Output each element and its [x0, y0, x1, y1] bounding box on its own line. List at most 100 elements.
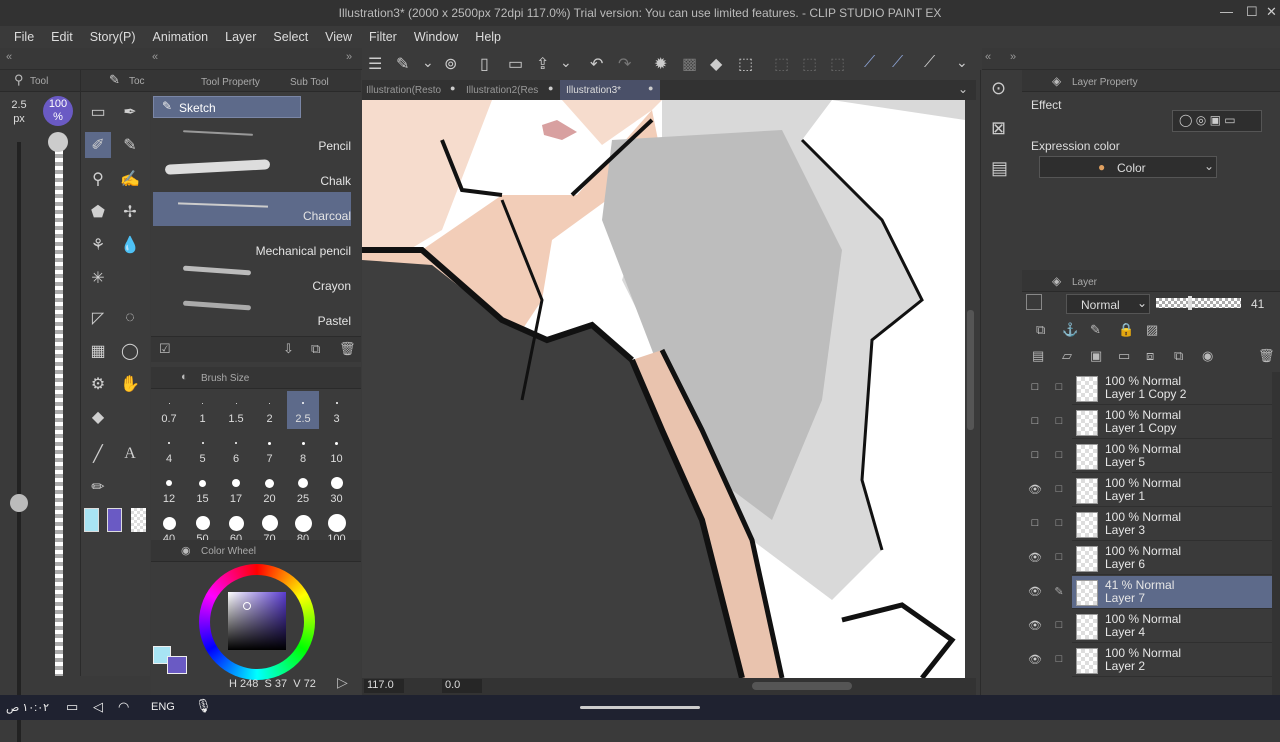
expression-color-select[interactable]: ● Color ⌄: [1039, 156, 1217, 178]
subtool-import-icon[interactable]: ⇩: [283, 341, 294, 357]
layer-row[interactable]: 100 % Normal Layer 5: [1072, 440, 1280, 473]
brush-size-preset[interactable]: 6: [220, 431, 252, 469]
canvas-vertical-scrollbar[interactable]: [965, 100, 976, 678]
transform-icon[interactable]: ⬚: [738, 54, 753, 74]
brush-size-preset[interactable]: 2.5: [287, 391, 319, 429]
delete-layer-icon[interactable]: 🗑: [1258, 348, 1275, 364]
layer-opacity-handle[interactable]: [1188, 296, 1192, 310]
layer-row[interactable]: 100 % Normal Layer 1 Copy 2: [1072, 372, 1280, 405]
brush-size-preset[interactable]: 4: [153, 431, 185, 469]
microphone-icon[interactable]: 🎙: [195, 698, 212, 714]
layer-visibility-icon[interactable]: 👁: [1028, 653, 1042, 667]
clip-icon[interactable]: ⧉: [1036, 322, 1045, 338]
tab-tool-property[interactable]: Tool Property: [201, 77, 260, 88]
brush-size-preset[interactable]: 17: [220, 471, 252, 509]
marker-tool-icon[interactable]: ✎: [117, 132, 143, 158]
brush-size-preset[interactable]: 30: [321, 471, 353, 509]
line-tool-icon[interactable]: ╱: [85, 441, 111, 467]
layer-property-toggle-icon[interactable]: ▤: [1032, 348, 1044, 364]
effect-buttons[interactable]: ◯ ◎ ▣ ▭: [1172, 110, 1262, 132]
brush-charcoal[interactable]: Charcoal: [153, 192, 351, 226]
fill-tool-icon[interactable]: ◆: [85, 404, 111, 430]
layer-list-scrollbar[interactable]: [1272, 372, 1280, 695]
maximize-icon[interactable]: ☐: [1246, 4, 1258, 20]
menu-filter[interactable]: Filter: [362, 30, 404, 44]
subview-icon[interactable]: ⊠: [991, 118, 1006, 139]
transparent-color-swatch[interactable]: [131, 508, 146, 532]
blend-tool-icon[interactable]: ✍: [117, 166, 143, 192]
new-folder-icon[interactable]: ▭: [1118, 348, 1130, 364]
layer-lock-toggle[interactable]: □: [1052, 619, 1066, 633]
brush-size-preset[interactable]: 3: [321, 391, 353, 429]
drawing-canvas[interactable]: [362, 100, 965, 678]
opacity-readout[interactable]: 100%: [43, 96, 73, 126]
fill-icon[interactable]: ◆: [710, 54, 722, 74]
brush-mechanical-pencil[interactable]: Mechanical pencil: [153, 227, 351, 261]
battery-icon[interactable]: ▭: [66, 699, 78, 715]
airbrush-tool-icon[interactable]: ⚲: [85, 166, 111, 192]
lock-icon[interactable]: 🔒: [1118, 322, 1134, 338]
language-indicator[interactable]: ENG: [151, 701, 175, 713]
open-file-icon[interactable]: ▭: [508, 54, 523, 74]
brush-size-preset[interactable]: 0.7: [153, 391, 185, 429]
draft-icon[interactable]: ✎: [1090, 322, 1101, 338]
cw-sub-color[interactable]: [167, 656, 187, 674]
dropdown-chevron-icon[interactable]: ⌄: [422, 54, 434, 71]
new-raster-layer-icon[interactable]: ▱: [1062, 348, 1072, 364]
layer-row[interactable]: 100 % Normal Layer 1 Copy: [1072, 406, 1280, 439]
collapse-left-icon[interactable]: «: [6, 51, 12, 63]
wifi-icon[interactable]: ◠: [118, 699, 129, 715]
layer-visibility-icon[interactable]: 👁: [1028, 585, 1042, 599]
menu-select[interactable]: Select: [266, 30, 315, 44]
hand-tool-icon[interactable]: ✋: [117, 371, 143, 397]
layer-row[interactable]: 100 % Normal Layer 1: [1072, 474, 1280, 507]
doc-tab-2[interactable]: Illustration2(Res: [462, 80, 560, 100]
reference-icon[interactable]: ⚓: [1062, 322, 1078, 338]
color-picker-marker[interactable]: [243, 602, 251, 610]
eraser-tool-icon[interactable]: ⬟: [85, 199, 111, 225]
loading-icon[interactable]: ✹: [654, 54, 667, 74]
blend-mode-select[interactable]: Normal ⌄: [1066, 294, 1150, 314]
tab-sub-tool[interactable]: Sub Tool: [290, 77, 329, 88]
snap-icon[interactable]: ⟋: [924, 54, 935, 72]
brush-crayon[interactable]: Crayon: [153, 262, 351, 296]
menu-file[interactable]: File: [7, 30, 41, 44]
pencil-tool-icon[interactable]: ✐: [85, 132, 111, 158]
brush-pencil[interactable]: Pencil: [153, 122, 351, 156]
layer-lock-toggle[interactable]: □: [1052, 449, 1066, 463]
menu-view[interactable]: View: [318, 30, 359, 44]
brush-tool-icon[interactable]: ⚘: [85, 232, 111, 258]
doc-tab-2-close-icon[interactable]: ●: [548, 83, 553, 93]
new-vector-layer-icon[interactable]: ▣: [1090, 348, 1102, 364]
eyedropper-tool-icon[interactable]: ✏: [85, 474, 111, 500]
save-dropdown-icon[interactable]: ⌄: [560, 54, 572, 71]
undo-icon[interactable]: ↶: [590, 54, 603, 74]
menu-window[interactable]: Window: [407, 30, 465, 44]
tab-toc[interactable]: Toc: [129, 76, 145, 87]
sub-color-swatch[interactable]: [107, 508, 122, 532]
main-color-swatch[interactable]: [84, 508, 99, 532]
operation-tool-icon[interactable]: ◸: [85, 305, 111, 331]
layer-row[interactable]: 100 % Normal Layer 2: [1072, 644, 1280, 677]
share-icon[interactable]: ⊚: [444, 54, 457, 74]
layer-visibility-icon[interactable]: □: [1028, 415, 1042, 429]
brush-size-preset[interactable]: 1: [187, 391, 219, 429]
menu-layer[interactable]: Layer: [218, 30, 263, 44]
layer-row[interactable]: 100 % Normal Layer 4: [1072, 610, 1280, 643]
sparkle-tool-icon[interactable]: ✳: [85, 265, 111, 291]
layer-row[interactable]: 41 % Normal Layer 7: [1072, 576, 1280, 609]
menu-help[interactable]: Help: [468, 30, 508, 44]
doc-tab-3[interactable]: Illustration3*: [560, 80, 660, 100]
zoom-tool-icon[interactable]: ▭: [85, 99, 111, 125]
brush-size-slider-handle[interactable]: [10, 494, 28, 512]
save-icon[interactable]: ⇪: [536, 54, 549, 74]
layer-edit-icon[interactable]: ✎: [1052, 585, 1066, 599]
ellipse-tool-icon[interactable]: ◯: [117, 338, 143, 364]
layer-opacity-slider[interactable]: [1156, 298, 1241, 308]
layer-lock-toggle[interactable]: □: [1052, 415, 1066, 429]
home-indicator[interactable]: [580, 706, 700, 709]
tabs-dropdown-icon[interactable]: ⌄: [958, 82, 968, 96]
volume-icon[interactable]: ◁: [93, 699, 103, 715]
close-icon[interactable]: ✕: [1266, 4, 1277, 20]
layer-visibility-icon[interactable]: □: [1028, 449, 1042, 463]
